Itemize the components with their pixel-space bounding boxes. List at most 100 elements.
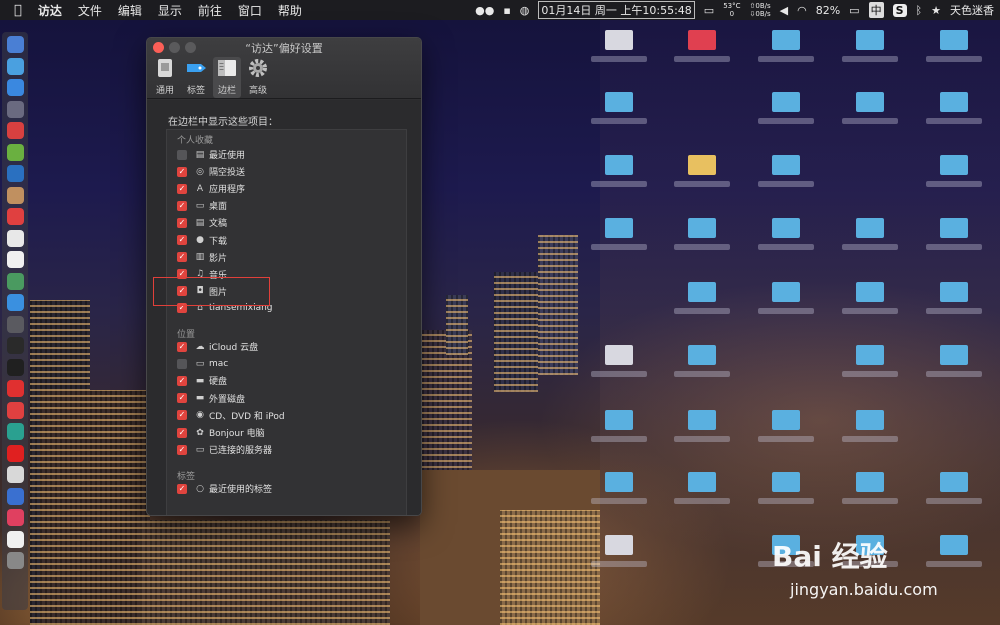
sidebar-option-favorites[interactable]: ✓ ▤ 文稿 bbox=[177, 216, 227, 229]
desktop-file-icon[interactable] bbox=[856, 30, 884, 50]
tab-general[interactable]: 通用 bbox=[151, 57, 179, 98]
desktop-file-icon[interactable] bbox=[605, 155, 633, 175]
sidebar-option-locations[interactable]: ✓ ▬ 外置磁盘 bbox=[177, 392, 245, 405]
checkbox[interactable]: ✓ bbox=[177, 341, 187, 352]
document-icon[interactable] bbox=[7, 530, 24, 548]
finder-icon[interactable] bbox=[7, 36, 24, 53]
checkbox[interactable] bbox=[177, 358, 187, 369]
checkbox[interactable]: ✓ bbox=[177, 235, 187, 245]
desktop-file-icon[interactable] bbox=[688, 155, 716, 175]
desktop-file-icon[interactable] bbox=[940, 282, 968, 302]
menu-edit[interactable]: 编辑 bbox=[118, 2, 142, 19]
preview-icon[interactable] bbox=[7, 165, 24, 182]
menu-go[interactable]: 前往 bbox=[198, 2, 222, 19]
battery-icon[interactable]: ▭ bbox=[849, 4, 859, 17]
desktop-file-icon[interactable] bbox=[605, 535, 633, 555]
desktop-file-icon[interactable] bbox=[856, 218, 884, 238]
battery-percent[interactable]: 82% bbox=[816, 4, 840, 17]
checkbox[interactable]: ✓ bbox=[177, 444, 187, 455]
checkbox[interactable]: ✓ bbox=[177, 183, 187, 194]
desktop-file-icon[interactable] bbox=[856, 92, 884, 112]
notes-icon[interactable] bbox=[7, 186, 24, 204]
sidebar-option-favorites[interactable]: ✓ A 应用程序 bbox=[177, 182, 245, 195]
maps-icon[interactable] bbox=[7, 272, 24, 290]
sidebar-option-favorites[interactable]: ✓ ▭ 桌面 bbox=[177, 199, 227, 212]
sidebar-option-locations[interactable]: ✓ ✿ Bonjour 电脑 bbox=[177, 426, 265, 439]
sidebar-option-locations[interactable]: ✓ ◉ CD、DVD 和 iPod bbox=[177, 409, 285, 422]
calendar-icon[interactable] bbox=[7, 208, 24, 225]
display-icon[interactable]: ▭ bbox=[704, 4, 714, 17]
lt-icon[interactable] bbox=[7, 487, 24, 505]
globe-icon[interactable]: ◍ bbox=[520, 4, 530, 17]
desktop-file-icon[interactable] bbox=[856, 345, 884, 365]
checkbox[interactable]: ✓ bbox=[177, 375, 187, 386]
wifi-icon[interactable]: ◠ bbox=[797, 4, 807, 17]
desktop-file-icon[interactable] bbox=[772, 410, 800, 430]
android-icon[interactable] bbox=[7, 143, 24, 161]
tab-advanced[interactable]: 高级 bbox=[244, 57, 272, 98]
app-icon[interactable] bbox=[7, 122, 24, 139]
dots-icon[interactable]: ●● bbox=[475, 4, 494, 17]
desktop-file-icon[interactable] bbox=[605, 472, 633, 492]
menu-app-name[interactable]: 访达 bbox=[38, 2, 62, 19]
menu-file[interactable]: 文件 bbox=[78, 2, 102, 19]
checkbox[interactable]: ✓ bbox=[177, 410, 187, 421]
message-icon[interactable]: ▪ bbox=[503, 4, 510, 17]
desktop-file-icon[interactable] bbox=[856, 282, 884, 302]
activity-monitor-icon[interactable] bbox=[7, 337, 24, 354]
appstore-icon[interactable] bbox=[7, 294, 24, 311]
tab-tags[interactable]: 标签 bbox=[182, 57, 210, 98]
desktop-file-icon[interactable] bbox=[605, 30, 633, 50]
desktop-file-icon[interactable] bbox=[940, 155, 968, 175]
app-s-icon[interactable]: S bbox=[892, 3, 907, 17]
desktop-file-icon[interactable] bbox=[940, 92, 968, 112]
menu-view[interactable]: 显示 bbox=[158, 2, 182, 19]
desktop-file-icon[interactable] bbox=[688, 218, 716, 238]
desktop-file-icon[interactable] bbox=[772, 155, 800, 175]
tab-sidebar[interactable]: 边栏 bbox=[213, 57, 241, 98]
desktop-file-icon[interactable] bbox=[605, 410, 633, 430]
trash-icon[interactable] bbox=[7, 552, 24, 569]
sidebar-option-locations[interactable]: ✓ ▭ 已连接的服务器 bbox=[177, 443, 272, 456]
wechat-icon[interactable] bbox=[7, 423, 24, 440]
checkbox[interactable] bbox=[177, 149, 187, 160]
desktop-file-icon[interactable] bbox=[940, 30, 968, 50]
desktop-file-icon[interactable] bbox=[856, 472, 884, 492]
checkbox[interactable]: ✓ bbox=[177, 393, 187, 404]
vivaldi-icon[interactable] bbox=[7, 380, 24, 397]
desktop-file-icon[interactable] bbox=[688, 282, 716, 302]
desktop-file-icon[interactable] bbox=[688, 30, 716, 50]
sidebar-option-favorites[interactable]: ✓ ▥ 影片 bbox=[177, 251, 227, 264]
system-preferences-icon[interactable] bbox=[7, 315, 24, 333]
desktop-file-icon[interactable] bbox=[772, 282, 800, 302]
desktop-file-icon[interactable] bbox=[688, 410, 716, 430]
checkbox[interactable]: ✓ bbox=[177, 252, 187, 263]
menu-window[interactable]: 窗口 bbox=[238, 2, 262, 19]
yandex-icon[interactable] bbox=[7, 444, 24, 462]
desktop-file-icon[interactable] bbox=[940, 345, 968, 365]
desktop-file-icon[interactable] bbox=[772, 30, 800, 50]
sidebar-option-favorites[interactable]: ✓ ◎ 隔空投送 bbox=[177, 165, 245, 178]
desktop-file-icon[interactable] bbox=[772, 218, 800, 238]
reminders-icon[interactable] bbox=[7, 229, 24, 247]
checkbox[interactable]: ✓ bbox=[177, 200, 187, 211]
desktop-file-icon[interactable] bbox=[940, 535, 968, 555]
desktop-file-icon[interactable] bbox=[688, 472, 716, 492]
input-method[interactable]: 中 bbox=[868, 2, 884, 18]
sidebar-option-favorites[interactable]: ▤ 最近使用 bbox=[177, 148, 245, 161]
checkbox[interactable]: ✓ bbox=[177, 166, 187, 177]
sidebar-option-locations[interactable]: ✓ ▬ 硬盘 bbox=[177, 374, 227, 387]
desktop-file-icon[interactable] bbox=[605, 92, 633, 112]
netease-icon[interactable] bbox=[7, 401, 24, 419]
volume-icon[interactable]: ◀ bbox=[780, 4, 788, 17]
datetime[interactable]: 01月14日 周一 上午10:55:48 bbox=[538, 1, 695, 19]
checkbox[interactable]: ✓ bbox=[177, 217, 187, 228]
siri-icon[interactable] bbox=[7, 57, 24, 75]
desktop-file-icon[interactable] bbox=[605, 218, 633, 238]
sidebar-option-favorites[interactable]: ✓ ● 下载 bbox=[177, 234, 227, 247]
sidebar-option-locations[interactable]: ▭ mac bbox=[177, 357, 228, 370]
safari-icon[interactable] bbox=[7, 79, 24, 96]
file-icon[interactable] bbox=[7, 466, 24, 483]
desktop-file-icon[interactable] bbox=[856, 410, 884, 430]
sidebar-option-locations[interactable]: ✓ ☁ iCloud 云盘 bbox=[177, 340, 258, 353]
